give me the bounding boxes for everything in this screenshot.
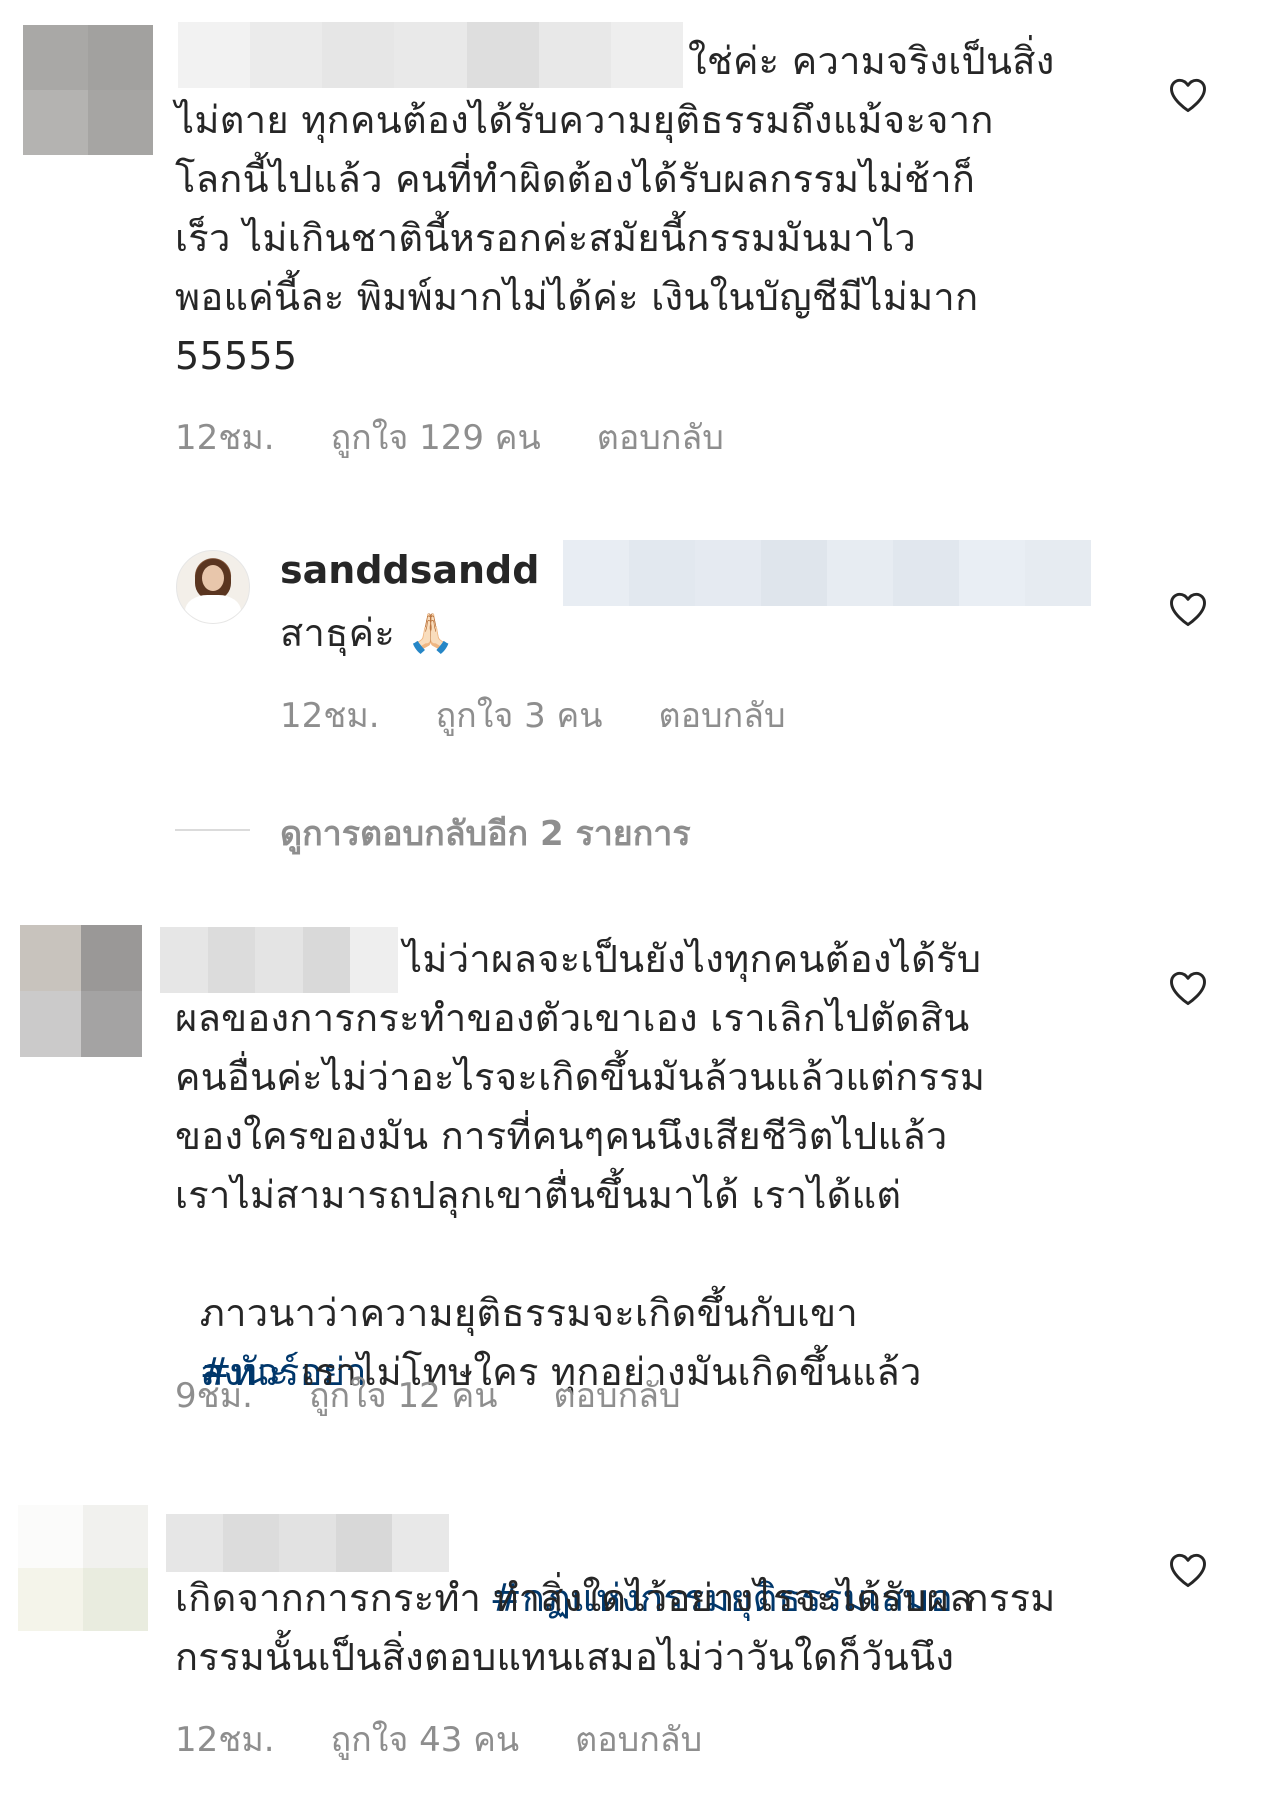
like-button[interactable] (1166, 1548, 1210, 1592)
comment-text: ไม่ตาย ทุกคนต้องได้รับความยุติธรรมถึงแม้… (175, 98, 994, 142)
likes-count[interactable]: ถูกใจ 3 คน (436, 688, 603, 742)
comment-time: 12ชม. (175, 1720, 275, 1760)
like-button[interactable] (1166, 587, 1210, 631)
comment-time: 12ชม. (175, 418, 275, 458)
comment-text: ใช่ค่ะ ความจริงเป็นสิ่ง (688, 39, 1055, 83)
avatar[interactable] (176, 550, 250, 624)
comment-text: พอแค่นี้ละ พิมพ์มากไม่ได้ค่ะ เงินในบัญชี… (175, 275, 979, 319)
comment-text: คนอื่นค่ะไม่ว่าอะไรจะเกิดขึ้นมันล้วนแล้ว… (175, 1055, 986, 1099)
likes-count[interactable]: ถูกใจ 43 คน (331, 1712, 520, 1766)
heart-outline-icon (1170, 971, 1206, 1006)
redacted-username[interactable] (178, 22, 683, 88)
reply-button[interactable]: ตอบกลับ (554, 1368, 681, 1422)
comment-time: 12ชม. (280, 696, 380, 736)
reply-button[interactable]: ตอบกลับ (659, 688, 786, 742)
avatar[interactable] (23, 25, 153, 155)
comment-text: กรรมนั้นเป็นสิ่งตอบแทนเสมอไม่ว่าวันใดก็ว… (175, 1635, 955, 1679)
redacted-username[interactable] (166, 1514, 449, 1572)
redacted-username[interactable] (160, 927, 398, 993)
likes-count[interactable]: ถูกใจ 129 คน (331, 410, 541, 464)
comment-text: ของใครของมัน การที่คนๆคนนึงเสียชีวิตไปแล… (175, 1114, 948, 1158)
comment-text: เร็ว ไม่เกินชาตินี้หรอกค่ะสมัยนี้กรรมมัน… (175, 216, 916, 260)
like-button[interactable] (1166, 966, 1210, 1010)
reply-button[interactable]: ตอบกลับ (575, 1712, 702, 1766)
divider (175, 829, 250, 831)
heart-outline-icon (1170, 78, 1206, 113)
username-link[interactable]: sanddsandd (280, 548, 539, 592)
avatar[interactable] (18, 1505, 148, 1631)
comment-text: โลกนี้ไปแล้ว คนที่ทำผิดต้องได้รับผลกรรมไ… (175, 157, 976, 201)
heart-outline-icon (1170, 592, 1206, 627)
comment-text: 55555 (175, 334, 298, 378)
heart-outline-icon (1170, 1553, 1206, 1588)
likes-count[interactable]: ถูกใจ 12 คน (309, 1368, 498, 1422)
comment-time: 9ชม. (175, 1376, 253, 1416)
comment-text: ผลของการกระทำของตัวเขาเอง เราเลิกไปตัดสิ… (175, 996, 970, 1040)
avatar[interactable] (20, 925, 142, 1057)
comment-text: ไม่ว่าผลจะเป็นยังไงทุกคนต้องได้รับ (403, 937, 982, 981)
redacted-text (563, 540, 1091, 606)
reply-button[interactable]: ตอบกลับ (597, 410, 724, 464)
view-replies-button[interactable]: ดูการตอบกลับอีก 2 รายการ (280, 806, 691, 860)
comment-text: เกิดจากการกระทำ ทำสิ่งใดไว้อย่างไรจะได้ร… (175, 1576, 973, 1620)
like-button[interactable] (1166, 73, 1210, 117)
comment-text: เราไม่สามารถปลุกเขาตื่นขึ้นมาได้ เราได้แ… (175, 1173, 902, 1217)
comment-text: สาธุค่ะ 🙏🏻 (280, 611, 456, 655)
